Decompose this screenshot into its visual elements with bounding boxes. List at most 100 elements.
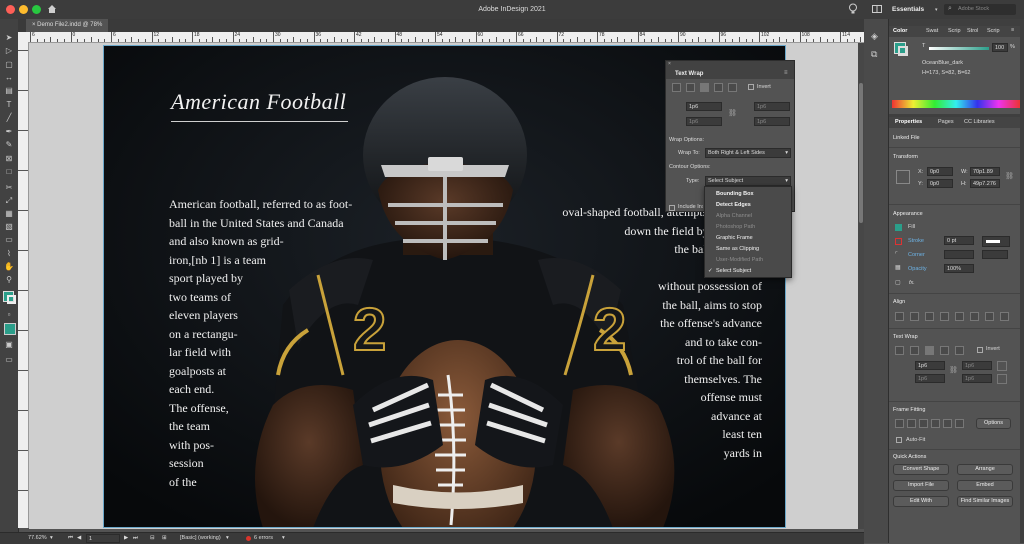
right-offset-field[interactable]: 1p6 <box>754 117 790 126</box>
fit-6-icon[interactable] <box>955 419 964 428</box>
edit-with-button[interactable]: Edit With <box>893 496 949 507</box>
panel-menu-icon[interactable]: ≡ <box>1011 27 1014 33</box>
gradient-feather-icon[interactable]: ▧ <box>3 221 15 232</box>
align-5-icon[interactable] <box>955 312 964 321</box>
page-tool-icon[interactable]: ▢ <box>3 59 15 70</box>
wrap-right-offset-field[interactable]: 1p6 <box>962 374 992 383</box>
horizontal-ruler[interactable]: 6 0 6 12 18 24 30 36 42 48 54 60 66 72 78 84 90 96 102 108 1… <box>18 32 875 43</box>
tab-properties[interactable]: Properties <box>895 119 922 125</box>
close-icon[interactable]: × <box>668 61 671 67</box>
stroke-type-dropdown[interactable] <box>982 236 1010 247</box>
chain-link-icon[interactable]: ⛓ <box>728 109 737 117</box>
constrain-proportions-icon[interactable]: ⛓ <box>1005 172 1014 180</box>
menu-item-graphic-frame[interactable]: Graphic Frame <box>705 233 791 243</box>
formatting-container-icon[interactable]: ▫ <box>3 309 15 320</box>
opacity-field[interactable]: 100% <box>944 264 974 273</box>
lightbulb-icon[interactable] <box>848 3 858 15</box>
eyedropper-icon[interactable]: ⌇ <box>3 248 15 259</box>
first-page-icon[interactable]: ⏮ <box>68 535 73 542</box>
chevron-down-icon[interactable]: ▾ <box>935 7 938 13</box>
stroke-swatch[interactable] <box>7 295 16 304</box>
tab-scripts[interactable]: Scrip <box>948 28 961 34</box>
workspace-switcher[interactable]: Essentials <box>892 0 924 19</box>
wrap-contour-icon[interactable] <box>997 374 1007 384</box>
pen-tool-icon[interactable]: ✒ <box>3 126 15 137</box>
align-3-icon[interactable] <box>925 312 934 321</box>
adobe-stock-search[interactable]: ⌕ Adobe Stock <box>944 4 1016 15</box>
rectangle-tool-icon[interactable]: □ <box>3 166 15 177</box>
zoom-window-button[interactable] <box>32 5 41 14</box>
frame-fitting-options-button[interactable]: Options <box>976 418 1011 429</box>
find-similar-images-button[interactable]: Find Similar Images <box>957 496 1013 507</box>
wrap-to-dropdown[interactable]: Both Right & Left Sides ▾ <box>705 148 791 158</box>
type-tool-icon[interactable]: T <box>3 99 15 110</box>
effects-button[interactable]: fx. <box>909 280 915 286</box>
bottom-offset-field[interactable]: 1p6 <box>686 117 722 126</box>
tint-field[interactable]: 100 <box>992 43 1008 52</box>
normal-view-icon[interactable]: ▣ <box>3 339 15 350</box>
vertical-ruler[interactable] <box>18 42 29 528</box>
align-8-icon[interactable] <box>1000 312 1009 321</box>
jump-object-icon[interactable] <box>714 83 723 92</box>
align-2-icon[interactable] <box>910 312 919 321</box>
previous-page-icon[interactable]: ◀ <box>77 535 81 541</box>
close-window-button[interactable] <box>6 5 15 14</box>
menu-item-same-as-clipping[interactable]: Same as Clipping <box>705 244 791 254</box>
tab-stroke[interactable]: Strol <box>967 28 978 34</box>
no-wrap-icon[interactable] <box>672 83 681 92</box>
menu-item-select-subject[interactable]: ✓ Select Subject <box>705 266 791 276</box>
chevron-down-icon[interactable]: ▾ <box>226 535 229 541</box>
text-wrap-panel-header[interactable] <box>666 61 794 70</box>
corner-shape-dropdown[interactable] <box>982 250 1008 259</box>
align-7-icon[interactable] <box>985 312 994 321</box>
wrap-bottom-offset-field[interactable]: 1p6 <box>915 374 945 383</box>
links-icon[interactable]: ⧉ <box>871 49 877 60</box>
note-tool-icon[interactable]: ▭ <box>3 234 15 245</box>
tab-color[interactable]: Color <box>893 28 907 34</box>
tab-pages[interactable]: Pages <box>938 119 954 125</box>
contour-type-dropdown[interactable]: Select Subject ▾ <box>705 176 791 186</box>
top-offset-field[interactable]: 1p6 <box>686 102 722 111</box>
content-collector-icon[interactable]: ▤ <box>3 85 15 96</box>
y-field[interactable]: 0p0 <box>927 179 953 188</box>
gradient-swatch-icon[interactable]: ▦ <box>3 208 15 219</box>
import-file-button[interactable]: Import File <box>893 480 949 491</box>
chevron-down-icon[interactable]: ▾ <box>50 535 53 541</box>
corner-label[interactable]: Corner <box>908 252 925 258</box>
invert-checkbox[interactable] <box>748 84 754 90</box>
embed-button[interactable]: Embed <box>957 480 1013 491</box>
menu-item-detect-edges[interactable]: Detect Edges <box>705 200 791 210</box>
last-page-icon[interactable]: ⏭ <box>133 535 138 542</box>
include-inside-edges-checkbox[interactable] <box>669 205 675 211</box>
tab-cc-libraries[interactable]: CC Libraries <box>964 119 995 125</box>
stroke-swatch[interactable] <box>898 46 908 56</box>
preflight-errors[interactable]: 6 errors <box>254 535 273 541</box>
invert-checkbox[interactable] <box>977 347 983 353</box>
fill-swatch[interactable] <box>895 224 902 231</box>
h-field[interactable]: 49p7.276 <box>970 179 1000 188</box>
minimize-window-button[interactable] <box>19 5 28 14</box>
hand-tool-icon[interactable]: ✋ <box>3 261 15 272</box>
direct-selection-icon[interactable]: ▷ <box>3 45 15 56</box>
arrange-button[interactable]: Arrange <box>957 464 1013 475</box>
pencil-tool-icon[interactable]: ✎ <box>3 139 15 150</box>
apply-color-icon[interactable] <box>4 323 16 335</box>
screen-mode-icon[interactable]: ▭ <box>3 354 15 365</box>
wrap-left-offset-field[interactable]: 1p6 <box>962 361 992 370</box>
folder-icon[interactable]: ⊞ <box>162 535 167 541</box>
scissors-icon[interactable]: ✂ <box>3 182 15 193</box>
auto-fit-checkbox[interactable] <box>896 437 902 443</box>
wrap-mode-2-icon[interactable] <box>910 346 919 355</box>
line-tool-icon[interactable]: ╱ <box>3 112 15 123</box>
left-offset-field[interactable]: 1p6 <box>754 102 790 111</box>
page-number-field[interactable]: 1 <box>86 534 120 543</box>
panel-menu-icon[interactable]: ≡ <box>784 70 788 76</box>
left-text-column[interactable]: American football, referred to as foot-b… <box>169 195 352 491</box>
wrap-bounding-box-icon[interactable] <box>686 83 695 92</box>
align-1-icon[interactable] <box>895 312 904 321</box>
stroke-none-icon[interactable] <box>895 238 902 245</box>
corner-size-field[interactable] <box>944 250 974 259</box>
convert-shape-button[interactable]: Convert Shape <box>893 464 949 475</box>
stroke-weight-field[interactable]: 0 pt <box>944 236 974 245</box>
wrap-top-offset-field[interactable]: 1p6 <box>915 361 945 370</box>
